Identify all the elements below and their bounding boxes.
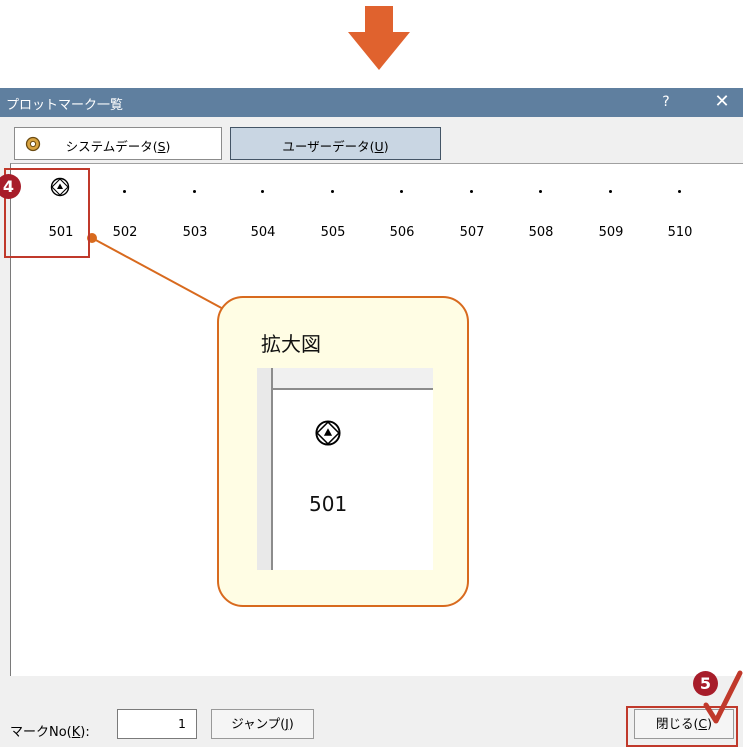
zoom-callout: 拡大図 501 [217,296,469,607]
mark-item-502[interactable]: 502 [95,170,155,240]
zoom-frame-top [273,368,433,390]
zoom-frame-left [257,368,273,570]
mark-dot [123,190,126,193]
help-button[interactable]: ? [656,92,676,112]
zoomed-view: 501 [257,368,433,570]
mark-item-507[interactable]: 507 [442,170,502,240]
arrow-down-icon [348,6,410,70]
mark-number: 505 [320,225,346,240]
plot-mark-symbol-icon [315,420,341,446]
jump-label: ジャンプ( [231,716,286,731]
mark-number: 508 [528,225,554,240]
title-bar[interactable]: プロットマーク一覧 ? ✕ [0,88,743,117]
tab-system-accesskey: S [157,139,166,154]
mark-dot [331,190,334,193]
tab-user-label-end: ) [383,139,389,154]
jump-label-end: ) [288,716,294,731]
mark-no-label-text: マークNo( [10,725,72,740]
mark-item-509[interactable]: 509 [581,170,641,240]
mark-item-510[interactable]: 510 [650,170,710,240]
tab-user-accesskey: U [374,139,384,154]
tab-user-data[interactable]: ユーザーデータ(U) [230,127,441,160]
mark-item-506[interactable]: 506 [372,170,432,240]
mark-number: 507 [459,225,485,240]
tab-system-label-end: ) [165,139,171,154]
tab-system-label: システムデータ( [65,139,158,154]
close-window-icon[interactable]: ✕ [708,90,736,114]
zoomed-mark-number: 501 [309,492,348,516]
mark-no-label: マークNo(K): [10,721,90,740]
window-title: プロットマーク一覧 [6,98,124,113]
mark-dot [193,190,196,193]
jump-button[interactable]: ジャンプ(J) [211,709,314,739]
mark-number: 504 [250,225,276,240]
mark-dot [400,190,403,193]
mark-dot [539,190,542,193]
mark-no-input[interactable]: 1 [117,709,197,739]
mark-item-503[interactable]: 503 [165,170,225,240]
checkmark-icon [703,670,743,724]
mark-item-508[interactable]: 508 [511,170,571,240]
mark-dot [470,190,473,193]
mark-number: 509 [598,225,624,240]
mark-item-505[interactable]: 505 [303,170,363,240]
mark-dot [261,190,264,193]
mark-number: 510 [667,225,693,240]
tab-system-data[interactable]: システムデータ(S) [14,127,222,160]
callout-title: 拡大図 [261,332,321,356]
mark-dot [609,190,612,193]
mark-item-504[interactable]: 504 [233,170,293,240]
mark-number: 502 [112,225,138,240]
tab-user-label: ユーザーデータ( [282,139,375,154]
mark-no-label-end: ): [80,725,90,740]
mark-number: 503 [182,225,208,240]
mark-dot [678,190,681,193]
mark-number: 506 [389,225,415,240]
